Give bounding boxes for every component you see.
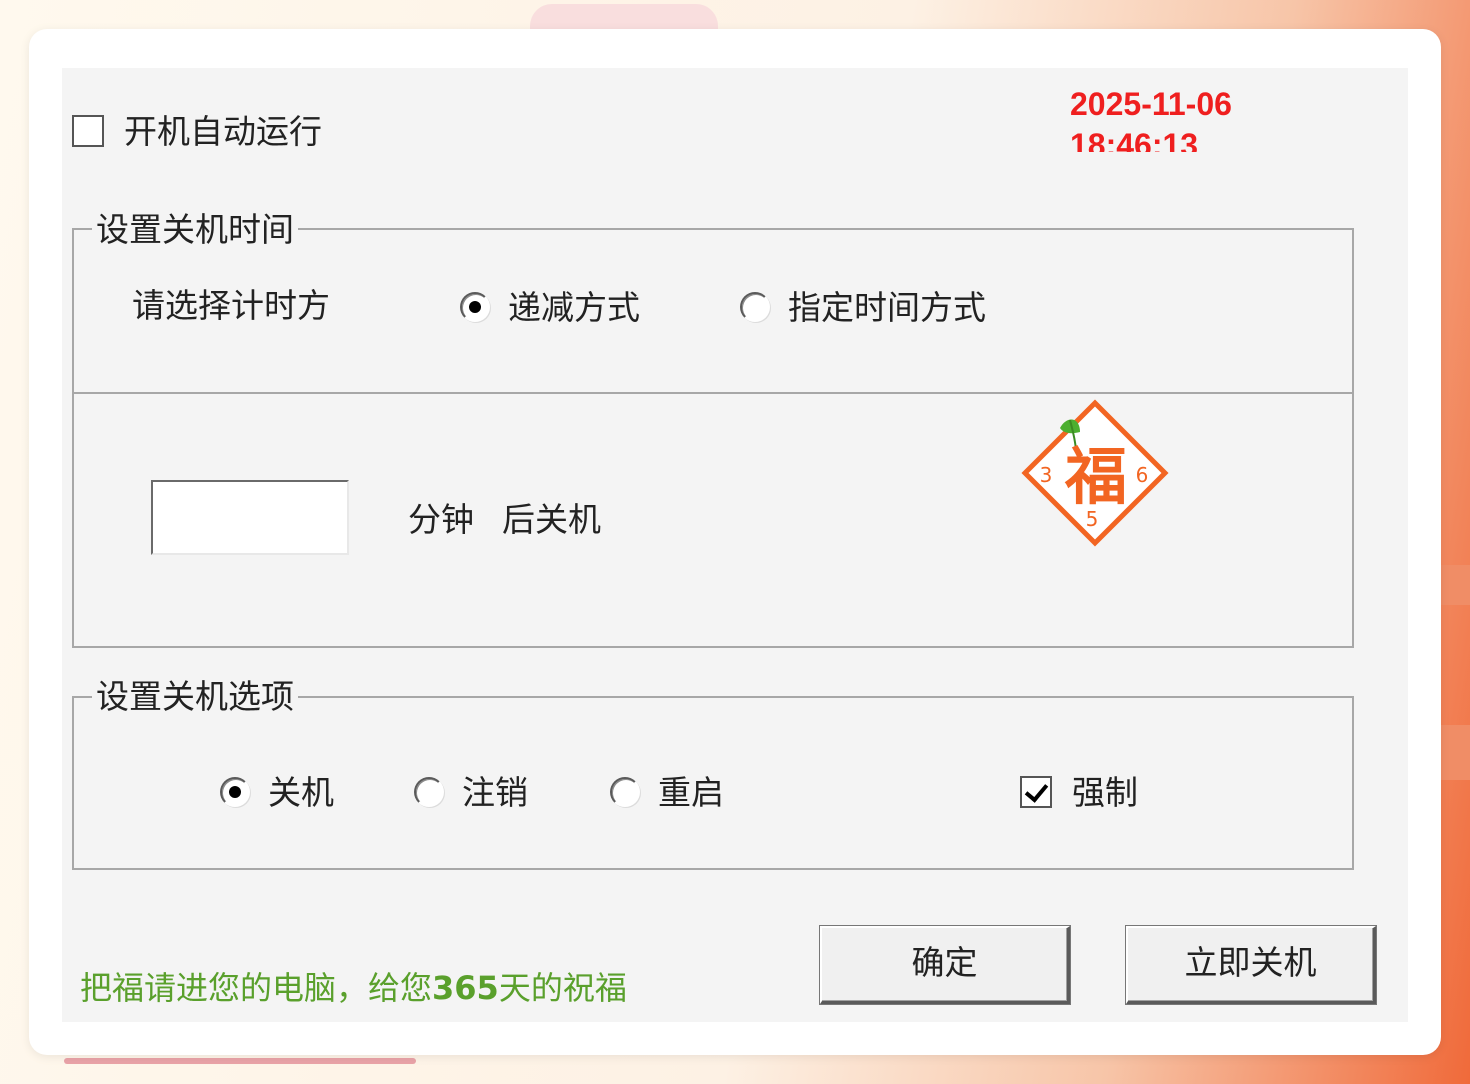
countdown-mode-radio[interactable] <box>460 292 490 322</box>
mode-prompt: 请选择计时方 <box>132 286 330 325</box>
after-shutdown-label: 后关机 <box>502 500 601 539</box>
shutdown-now-button[interactable]: 立即关机 <box>1126 926 1376 1004</box>
logo-digit-bottom: 5 <box>1086 507 1099 531</box>
shutdown-time-legend: 设置关机时间 <box>92 210 298 250</box>
footer-blessing-text: 把福请进您的电脑，给您365天的祝福 <box>80 968 627 1008</box>
autostart-checkbox[interactable] <box>72 115 104 147</box>
dialog-body: 开机自动运行 2025-11-06 18:46:13 设置关机时间 请选择计时方… <box>62 68 1408 1022</box>
logo-digit-left: 3 <box>1040 463 1053 487</box>
logoff-label[interactable]: 注销 <box>462 773 528 813</box>
minutes-input[interactable] <box>151 480 349 555</box>
shutdown-tool-window: 开机自动运行 2025-11-06 18:46:13 设置关机时间 请选择计时方… <box>29 29 1441 1055</box>
restart-radio[interactable] <box>610 777 640 807</box>
minutes-unit-label: 分钟 <box>408 500 474 539</box>
countdown-mode-label[interactable]: 递减方式 <box>508 288 640 328</box>
logo-character: 福 <box>1064 440 1127 513</box>
clock-date: 2025-11-06 <box>1070 86 1232 122</box>
force-label[interactable]: 强制 <box>1072 773 1138 813</box>
fixed-time-mode-label[interactable]: 指定时间方式 <box>788 288 986 328</box>
shutdown-options-legend: 设置关机选项 <box>92 677 298 717</box>
shutdown-label[interactable]: 关机 <box>268 773 334 813</box>
clock-time: 18:46:13 <box>1070 127 1199 152</box>
footer-prefix: 把福请进您的电脑，给您 <box>80 969 433 1007</box>
fixed-time-mode-radio[interactable] <box>740 292 770 322</box>
shutdown-radio[interactable] <box>220 777 250 807</box>
footer-suffix: 天的祝福 <box>498 969 627 1007</box>
force-checkbox[interactable] <box>1020 776 1052 808</box>
background-scrollbar <box>64 1058 416 1064</box>
footer-number: 365 <box>432 969 499 1007</box>
autostart-label: 开机自动运行 <box>124 112 322 151</box>
clock: 2025-11-06 18:46:13 <box>1070 84 1290 152</box>
logo-digit-right: 6 <box>1136 463 1149 487</box>
group-divider <box>72 392 1354 394</box>
fu-blessing-logo: 福 3 6 5 <box>1021 399 1169 547</box>
restart-label[interactable]: 重启 <box>658 773 724 813</box>
ok-button[interactable]: 确定 <box>820 926 1070 1004</box>
logoff-radio[interactable] <box>414 777 444 807</box>
